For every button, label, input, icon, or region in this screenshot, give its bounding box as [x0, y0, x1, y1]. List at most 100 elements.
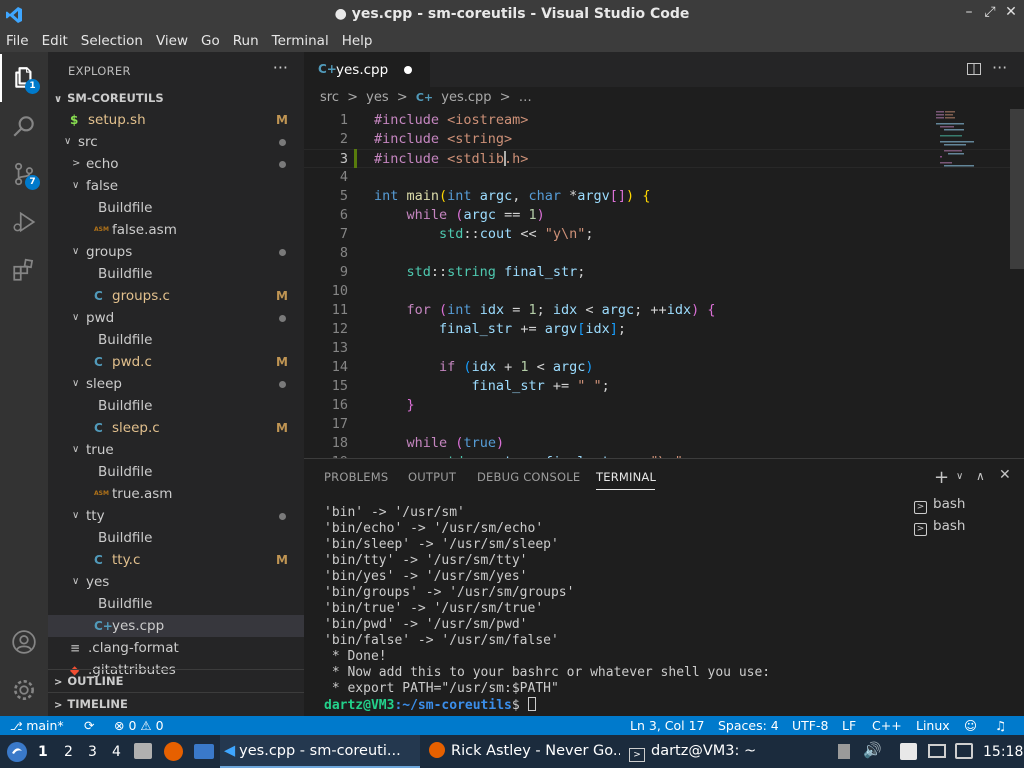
network-icon[interactable] — [955, 743, 973, 759]
menu-selection[interactable]: Selection — [81, 33, 143, 49]
explorer-item[interactable]: Buildfile — [48, 197, 304, 219]
code-line[interactable]: 15 final_str += " "; — [304, 377, 1024, 396]
maximize-panel-icon[interactable]: ∧ — [976, 469, 985, 483]
encoding[interactable]: UTF-8 — [792, 716, 828, 735]
search-icon[interactable] — [0, 102, 48, 150]
tab-problems[interactable]: PROBLEMS — [324, 470, 388, 484]
explorer-item[interactable]: ASM false.asm — [48, 219, 304, 241]
code-line[interactable]: 10 — [304, 282, 1024, 301]
cursor-position[interactable]: Ln 3, Col 17 — [630, 716, 705, 735]
tab-debug-console[interactable]: DEBUG CONSOLE — [477, 470, 580, 484]
menu-help[interactable]: Help — [342, 33, 373, 49]
code-line[interactable]: 18 while (true) — [304, 434, 1024, 453]
explorer-item[interactable]: Cpwd.c M — [48, 351, 304, 373]
taskbar-window-vscode[interactable]: ◀ yes.cpp - sm-coreuti... — [220, 735, 420, 768]
sync-icon[interactable]: ⟳ — [84, 716, 94, 735]
firefox-icon[interactable] — [164, 742, 183, 761]
tab-output[interactable]: OUTPUT — [408, 470, 456, 484]
code-line[interactable]: 16 } — [304, 396, 1024, 415]
explorer-item[interactable]: ∨ tty — [48, 505, 304, 527]
explorer-item[interactable]: Buildfile — [48, 527, 304, 549]
code-line[interactable]: 11 for (int idx = 1; idx < argc; ++idx) … — [304, 301, 1024, 320]
code-editor[interactable]: 1 #include <iostream> 2 #include <string> 3 #… — [304, 109, 1024, 458]
code-line[interactable]: 17 — [304, 415, 1024, 434]
outline-section[interactable]: > OUTLINE — [48, 669, 304, 691]
notifications-bell-icon[interactable]: ♫ — [995, 716, 1006, 735]
code-line[interactable]: 9 std::string final_str; — [304, 263, 1024, 282]
explorer-item[interactable]: Cgroups.c M — [48, 285, 304, 307]
start-menu-icon[interactable] — [6, 741, 28, 767]
display-icon[interactable] — [928, 744, 946, 758]
account-icon[interactable] — [0, 618, 48, 666]
code-line[interactable]: 2 #include <string> — [304, 130, 1024, 149]
explorer-item[interactable]: > echo — [48, 153, 304, 175]
explorer-item[interactable]: ∨ true — [48, 439, 304, 461]
explorer-item[interactable]: ∨ groups — [48, 241, 304, 263]
menu-terminal[interactable]: Terminal — [272, 33, 329, 49]
terminal-list-item[interactable]: > bash — [914, 515, 965, 537]
split-editor-icon[interactable] — [966, 61, 982, 81]
minimap[interactable] — [934, 109, 1010, 458]
editor-more-icon[interactable]: ··· — [992, 58, 1007, 77]
branch-status[interactable]: ⎇ main* — [10, 716, 64, 736]
source-control-icon[interactable]: 7 — [0, 150, 48, 198]
tab-yes-cpp[interactable]: C+ yes.cpp — [304, 52, 430, 87]
breadcrumb-symbol[interactable]: … — [519, 90, 532, 105]
explorer-item[interactable]: Buildfile — [48, 593, 304, 615]
file-manager-icon[interactable] — [134, 743, 152, 759]
explorer-item[interactable]: Ctty.c M — [48, 549, 304, 571]
feedback-icon[interactable]: ☺ — [964, 716, 977, 735]
close-button[interactable]: ✕ — [1002, 4, 1020, 20]
indentation[interactable]: Spaces: 4 — [718, 716, 779, 735]
explorer-item[interactable]: Buildfile — [48, 329, 304, 351]
code-line[interactable]: 7 std::cout << "y\n"; — [304, 225, 1024, 244]
workspace-3[interactable]: 3 — [88, 744, 97, 760]
close-panel-icon[interactable]: ✕ — [999, 467, 1011, 483]
explorer-item[interactable]: C+ yes.cpp — [48, 615, 304, 637]
extensions-icon[interactable] — [0, 246, 48, 294]
explorer-item[interactable]: Csleep.c M — [48, 417, 304, 439]
notes-icon[interactable] — [900, 743, 917, 760]
new-terminal-plus-icon[interactable]: + — [934, 467, 949, 488]
taskbar-window-firefox[interactable]: Rick Astley - Never Go... — [425, 735, 620, 768]
explorer-item[interactable]: ∨ yes — [48, 571, 304, 593]
explorer-item[interactable]: Buildfile — [48, 395, 304, 417]
menu-file[interactable]: File — [6, 33, 29, 49]
breadcrumb-file[interactable]: yes.cpp — [441, 90, 491, 105]
terminal-prompt[interactable]: dartz@VM3:~/sm-coreutils$ — [324, 697, 536, 713]
desktop-icon[interactable] — [194, 744, 214, 759]
workspace-root[interactable]: ∨ SM-COREUTILS — [48, 87, 304, 109]
menu-edit[interactable]: Edit — [42, 33, 68, 49]
code-line[interactable]: 5 int main(int argc, char *argv[]) { — [304, 187, 1024, 206]
clipboard-icon[interactable] — [838, 744, 850, 759]
terminal-list-item[interactable]: > bash — [914, 493, 965, 515]
explorer-item[interactable]: Buildfile — [48, 461, 304, 483]
run-debug-icon[interactable] — [0, 198, 48, 246]
workspace-2[interactable]: 2 — [64, 744, 73, 760]
workspace-4[interactable]: 4 — [112, 744, 121, 760]
unsaved-dot-icon[interactable] — [404, 66, 412, 74]
language-mode[interactable]: C++ — [872, 716, 902, 735]
tab-terminal[interactable]: TERMINAL — [596, 470, 656, 484]
explorer-icon[interactable]: 1 — [0, 54, 48, 102]
menu-view[interactable]: View — [156, 33, 188, 49]
explorer-item[interactable]: Buildfile — [48, 263, 304, 285]
chevron-down-icon[interactable]: ∨ — [956, 471, 963, 482]
explorer-item[interactable]: ∨ src — [48, 131, 304, 153]
code-line[interactable]: 13 — [304, 339, 1024, 358]
explorer-more-button[interactable]: ··· — [273, 58, 288, 77]
explorer-item[interactable]: ∨ false — [48, 175, 304, 197]
explorer-item[interactable]: ≡ .clang-format — [48, 637, 304, 659]
code-line[interactable]: 1 #include <iostream> — [304, 111, 1024, 130]
taskbar-window-terminal[interactable]: > dartz@VM3: ~ — [625, 735, 805, 768]
breadcrumb-src[interactable]: src — [320, 90, 339, 105]
explorer-item[interactable]: $ setup.sh M — [48, 109, 304, 131]
code-line[interactable]: 14 if (idx + 1 < argc) — [304, 358, 1024, 377]
code-line[interactable]: 3 #include <stdlib.h> — [304, 149, 1024, 168]
explorer-item[interactable]: ∨ pwd — [48, 307, 304, 329]
settings-gear-icon[interactable] — [0, 666, 48, 714]
problems-status[interactable]: ⊗ 0 ⚠ 0 — [114, 716, 164, 735]
code-line[interactable]: 6 while (argc == 1) — [304, 206, 1024, 225]
breadcrumb-yes[interactable]: yes — [366, 90, 388, 105]
code-line[interactable]: 12 final_str += argv[idx]; — [304, 320, 1024, 339]
